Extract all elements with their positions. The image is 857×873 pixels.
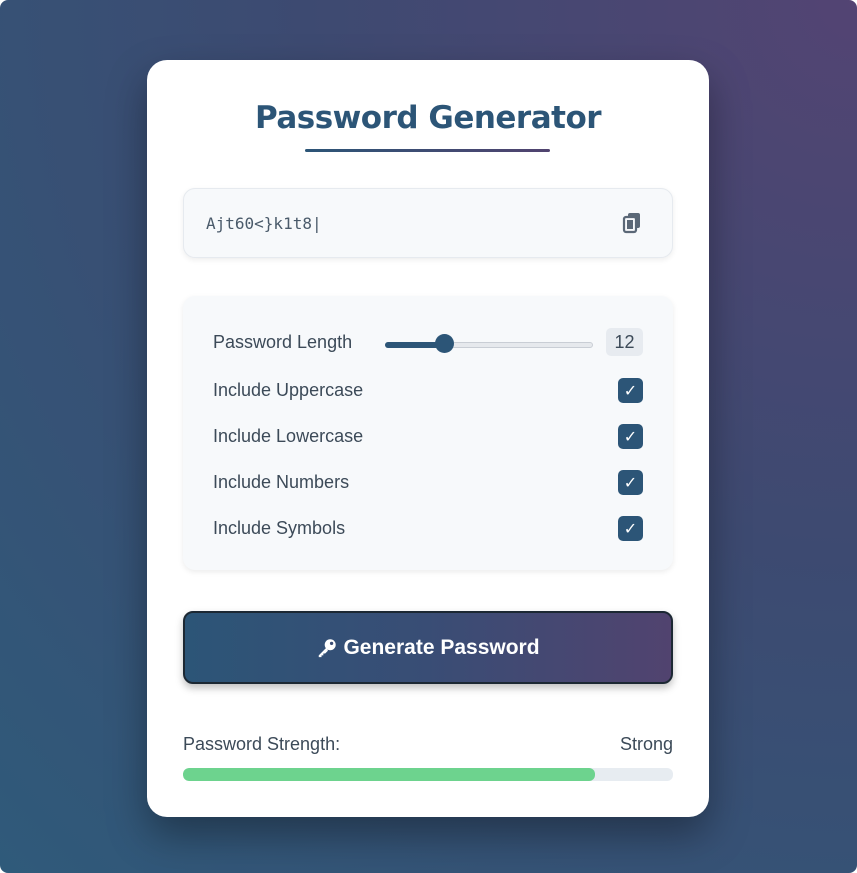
strength-meter — [183, 768, 673, 781]
options-panel: Password Length 12 Include Uppercase ✓ I… — [183, 296, 673, 570]
check-icon: ✓ — [623, 473, 638, 492]
page-title: Password Generator — [254, 100, 602, 136]
numbers-checkbox[interactable]: ✓ — [618, 470, 643, 495]
password-output[interactable]: Ajt60<}k1t8| — [183, 188, 673, 258]
key-icon — [319, 638, 337, 657]
check-icon: ✓ — [623, 519, 638, 538]
option-label-numbers: Include Numbers — [213, 472, 350, 492]
symbols-checkbox[interactable]: ✓ — [618, 516, 643, 541]
check-icon: ✓ — [623, 381, 638, 400]
title-underline — [305, 149, 550, 152]
generate-password-button[interactable]: Generate Password — [183, 611, 673, 684]
copy-icon[interactable] — [620, 211, 644, 235]
option-label-uppercase: Include Uppercase — [213, 380, 364, 400]
length-slider-thumb[interactable] — [434, 334, 454, 353]
generator-card: Password Generator Ajt60<}k1t8| Password… — [147, 60, 709, 817]
option-label-lowercase: Include Lowercase — [213, 426, 364, 446]
password-text[interactable]: Ajt60<}k1t8| — [206, 214, 322, 233]
password-length-label: Password Length — [213, 332, 353, 352]
check-icon: ✓ — [623, 427, 638, 446]
length-value: 12 — [606, 328, 643, 356]
uppercase-checkbox[interactable]: ✓ — [618, 378, 643, 403]
lowercase-checkbox[interactable]: ✓ — [618, 424, 643, 449]
strength-meter-fill — [183, 768, 595, 781]
strength-label: Password Strength: — [183, 734, 341, 754]
option-label-symbols: Include Symbols — [213, 518, 346, 538]
generate-button-label: Generate Password — [343, 635, 540, 659]
strength-value: Strong — [619, 734, 673, 754]
